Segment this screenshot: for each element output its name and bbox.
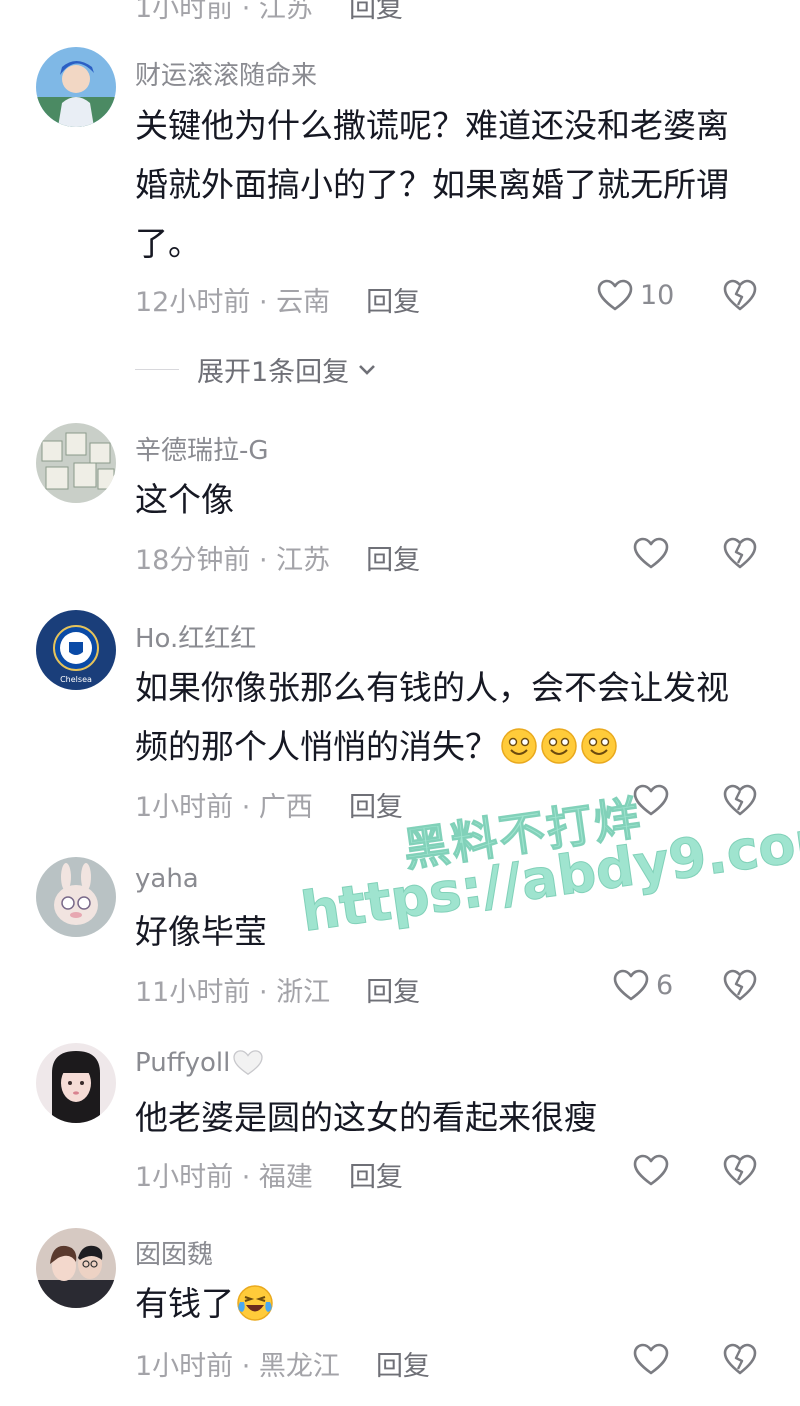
like-button[interactable] — [632, 783, 670, 817]
divider — [135, 369, 179, 370]
reply-button[interactable]: 回复 — [366, 545, 420, 576]
reply-button[interactable]: 回复 — [349, 792, 403, 823]
like-button[interactable] — [632, 536, 670, 570]
comment-time: 1小时前 · 广西 — [135, 792, 313, 823]
comment-text-body: 有钱了 — [135, 1284, 234, 1323]
username[interactable]: 囡囡魏 — [135, 1234, 213, 1271]
avatar-label: Chelsea — [60, 675, 92, 684]
broken-heart-icon — [723, 279, 757, 311]
like-count: 10 — [640, 279, 675, 311]
watermark-title: 黑料不打烊 — [400, 790, 646, 878]
broken-heart-icon — [723, 1343, 757, 1375]
heart-outline-icon — [613, 969, 649, 1001]
smiley-emoji-icon — [581, 728, 617, 764]
reply-button[interactable]: 回复 — [349, 0, 403, 24]
expand-replies-button[interactable]: 展开1条回复 — [135, 350, 377, 389]
like-count: 6 — [656, 969, 674, 1001]
username[interactable]: yaha — [135, 864, 199, 894]
heart-outline-icon — [633, 1343, 669, 1375]
like-button[interactable] — [632, 1342, 670, 1376]
like-button[interactable]: 6 — [612, 968, 673, 1002]
avatar[interactable] — [36, 1228, 116, 1308]
chevron-down-icon — [359, 364, 376, 375]
heart-outline-icon — [633, 1154, 669, 1186]
comment-time: 11小时前 · 浙江 — [135, 977, 331, 1008]
broken-heart-icon — [723, 1154, 757, 1186]
laughing-crying-emoji-icon — [237, 1285, 273, 1321]
dislike-button[interactable] — [722, 968, 758, 1006]
dislike-button[interactable] — [722, 1153, 758, 1191]
like-button[interactable] — [632, 1153, 670, 1187]
comment-list: 1小时前 · 江苏 回复 财运滚滚随命来 关键他为什么撒谎呢？难道还没和老婆离婚就… — [0, 0, 800, 1406]
smiley-emoji-icon — [541, 728, 577, 764]
comment-text: 有钱了 — [135, 1274, 745, 1333]
reply-button[interactable]: 回复 — [366, 977, 420, 1008]
avatar[interactable] — [36, 1043, 116, 1123]
avatar[interactable]: Chelsea — [36, 610, 116, 690]
heart-outline-icon — [633, 784, 669, 816]
username[interactable]: 辛德瑞拉-G — [135, 430, 269, 467]
avatar[interactable] — [36, 423, 116, 503]
dislike-button[interactable] — [722, 783, 758, 821]
comment-text: 关键他为什么撒谎呢？难道还没和老婆离婚就外面搞小的了？如果离婚了就无所谓了。 — [135, 106, 729, 263]
broken-heart-icon — [723, 969, 757, 1001]
comment-text: 如果你像张那么有钱的人，会不会让发视频的那个人悄悄的消失？ — [135, 658, 745, 776]
comment-text: 好像毕莹 — [135, 912, 267, 951]
comment-time: 1小时前 · 黑龙江 — [135, 1351, 340, 1382]
expand-replies-label: 展开1条回复 — [197, 357, 350, 388]
like-button[interactable]: 10 — [596, 278, 674, 312]
dislike-button[interactable] — [722, 1342, 758, 1380]
comment-time: 1小时前 · 江苏 — [135, 0, 313, 24]
username[interactable]: Ho.红红红 — [135, 618, 256, 655]
comment-time: 18分钟前 · 江苏 — [135, 545, 331, 576]
dislike-button[interactable] — [722, 536, 758, 574]
avatar[interactable] — [36, 857, 116, 937]
reply-button[interactable]: 回复 — [349, 1162, 403, 1193]
username-label: Puffyoll — [135, 1048, 231, 1078]
comment-time: 12小时前 · 云南 — [135, 287, 331, 318]
comment-text: 他老婆是圆的这女的看起来很瘦 — [135, 1098, 597, 1137]
username[interactable]: 财运滚滚随命来 — [135, 55, 317, 92]
smiley-emoji-icon — [501, 728, 537, 764]
avatar[interactable] — [36, 47, 116, 127]
broken-heart-icon — [723, 537, 757, 569]
dislike-button[interactable] — [722, 278, 758, 316]
comment-time: 1小时前 · 福建 — [135, 1162, 313, 1193]
heart-outline-icon — [597, 279, 633, 311]
white-heart-icon — [233, 1050, 264, 1075]
comment-meta-partial: 1小时前 · 江苏 回复 — [135, 0, 775, 24]
comment-text-body: 如果你像张那么有钱的人，会不会让发视频的那个人悄悄的消失？ — [135, 668, 729, 766]
comment-text: 这个像 — [135, 480, 234, 519]
heart-outline-icon — [633, 537, 669, 569]
broken-heart-icon — [723, 784, 757, 816]
reply-button[interactable]: 回复 — [366, 287, 420, 318]
reply-button[interactable]: 回复 — [376, 1351, 430, 1382]
username[interactable]: Puffyoll — [135, 1048, 264, 1078]
